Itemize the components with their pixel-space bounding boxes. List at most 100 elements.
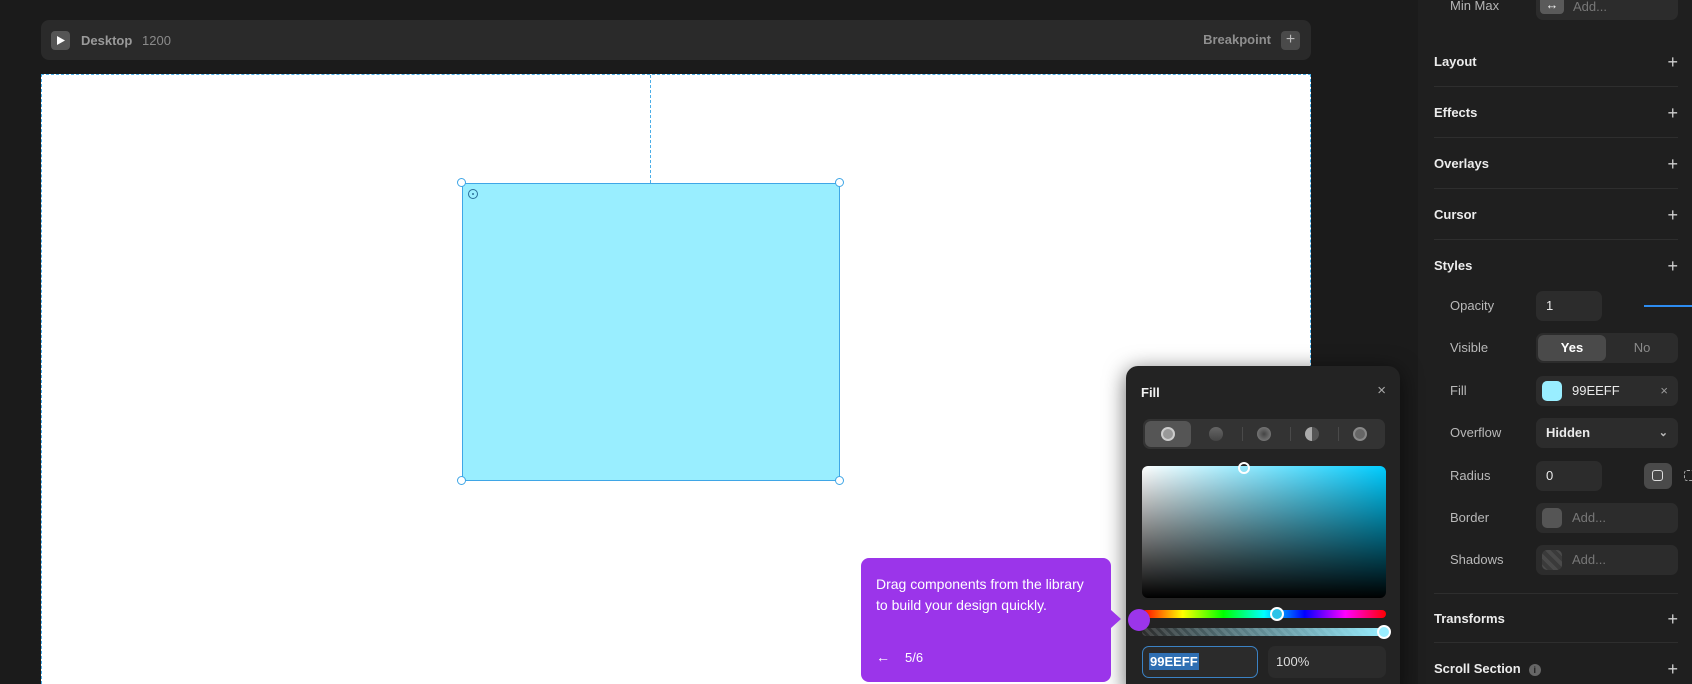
- chevron-down-icon: ⌄: [1658, 427, 1668, 439]
- opacity-input[interactable]: 1: [1536, 291, 1602, 321]
- hex-value: 99EEFF: [1149, 653, 1199, 670]
- fill-type-conic[interactable]: [1289, 421, 1335, 447]
- saturation-knob[interactable]: [1238, 462, 1250, 474]
- plus-icon[interactable]: +: [1667, 594, 1678, 644]
- add-breakpoint-button[interactable]: +: [1281, 31, 1300, 50]
- border-placeholder: Add...: [1572, 510, 1606, 525]
- editor-root: Desktop 1200 Breakpoint + Min Max ↔ Add.…: [0, 0, 1692, 684]
- overflow-row: Overflow Hidden ⌄: [1450, 418, 1678, 448]
- canvas-page[interactable]: [41, 74, 1311, 684]
- clear-fill-icon[interactable]: ×: [1660, 376, 1668, 406]
- overflow-label: Overflow: [1450, 425, 1502, 440]
- border-field[interactable]: Add...: [1536, 503, 1678, 533]
- section-scroll[interactable]: Scroll Section i +: [1434, 644, 1678, 684]
- resize-handle-bottom-right[interactable]: [835, 476, 844, 485]
- linear-gradient-icon: [1209, 427, 1223, 441]
- plus-icon[interactable]: +: [1667, 644, 1678, 684]
- resize-handle-bottom-left[interactable]: [457, 476, 466, 485]
- minmax-field[interactable]: ↔ Add...: [1536, 0, 1678, 20]
- border-label: Border: [1450, 510, 1490, 525]
- alpha-input[interactable]: 100%: [1268, 646, 1386, 678]
- radius-mode-group: [1642, 461, 1692, 491]
- radius-individual-button[interactable]: [1676, 463, 1692, 489]
- play-icon[interactable]: [51, 31, 70, 50]
- radial-gradient-icon: [1257, 427, 1271, 441]
- section-layout[interactable]: Layout +: [1434, 37, 1678, 87]
- breakpoint-label[interactable]: Breakpoint: [1203, 32, 1271, 47]
- resize-handle-top-left[interactable]: [457, 178, 466, 187]
- origin-icon: [468, 189, 478, 199]
- tooltip-step-counter: 5/6: [905, 650, 924, 665]
- radius-all-button[interactable]: [1644, 463, 1672, 489]
- plus-icon[interactable]: +: [1667, 139, 1678, 189]
- fill-type-linear[interactable]: [1193, 421, 1239, 447]
- shadows-label: Shadows: [1450, 552, 1504, 567]
- section-title: Overlays: [1434, 156, 1489, 171]
- opacity-label: Opacity: [1450, 298, 1495, 313]
- radius-individual-icon: [1684, 470, 1692, 481]
- section-title-text: Scroll Section: [1434, 661, 1521, 676]
- tooltip-target-dot: [1128, 609, 1150, 631]
- selected-frame[interactable]: [462, 183, 840, 481]
- section-title: Effects: [1434, 105, 1478, 120]
- section-title: Layout: [1434, 54, 1477, 69]
- shadows-placeholder: Add...: [1572, 552, 1606, 567]
- shadows-field[interactable]: Add...: [1536, 545, 1678, 575]
- section-effects[interactable]: Effects +: [1434, 88, 1678, 138]
- center-guide-line: [650, 75, 651, 183]
- fill-value: 99EEFF: [1572, 383, 1620, 398]
- back-arrow-icon[interactable]: ←: [876, 649, 890, 665]
- shadows-row: Shadows Add...: [1450, 545, 1678, 575]
- visible-no-button[interactable]: No: [1608, 335, 1676, 361]
- shadows-swatch: [1542, 550, 1562, 570]
- overflow-value: Hidden: [1546, 425, 1591, 440]
- visible-label: Visible: [1450, 340, 1489, 355]
- section-title: Transforms: [1434, 611, 1505, 626]
- minmax-placeholder: Add...: [1573, 0, 1607, 14]
- section-styles[interactable]: Styles +: [1434, 241, 1678, 291]
- tooltip-arrow: [1111, 610, 1121, 628]
- plus-icon[interactable]: +: [1667, 37, 1678, 87]
- fill-type-radial[interactable]: [1241, 421, 1287, 447]
- image-fill-icon: [1353, 427, 1367, 441]
- solid-fill-icon: [1161, 427, 1175, 441]
- fill-field[interactable]: 99EEFF ×: [1536, 376, 1678, 406]
- fill-type-solid[interactable]: [1145, 421, 1191, 447]
- hex-input[interactable]: 99EEFF: [1142, 646, 1258, 678]
- saturation-value-picker[interactable]: [1142, 462, 1386, 598]
- info-icon[interactable]: i: [1528, 663, 1541, 676]
- hue-slider[interactable]: [1142, 607, 1386, 621]
- overflow-select[interactable]: Hidden ⌄: [1536, 418, 1678, 448]
- fill-popover: Fill × 99EEFF 100%: [1126, 366, 1400, 684]
- visible-toggle: Yes No: [1536, 333, 1678, 363]
- plus-icon[interactable]: +: [1667, 190, 1678, 240]
- onboarding-tooltip: Drag components from the library to buil…: [861, 558, 1121, 682]
- section-title: Cursor: [1434, 207, 1477, 222]
- fill-type-group: [1143, 419, 1385, 449]
- fill-swatch[interactable]: [1542, 381, 1562, 401]
- breakpoint-bar: Desktop 1200 Breakpoint +: [41, 20, 1311, 60]
- close-icon[interactable]: ×: [1377, 382, 1386, 399]
- resize-horizontal-icon: ↔: [1540, 0, 1564, 14]
- visible-yes-button[interactable]: Yes: [1538, 335, 1606, 361]
- alpha-slider[interactable]: [1142, 625, 1391, 639]
- section-transforms[interactable]: Transforms +: [1434, 593, 1678, 643]
- tooltip-text: Drag components from the library to buil…: [876, 576, 1084, 613]
- fill-row: Fill 99EEFF ×: [1450, 376, 1678, 406]
- hue-knob[interactable]: [1270, 607, 1284, 621]
- resize-handle-top-right[interactable]: [835, 178, 844, 187]
- radius-row: Radius 0: [1450, 461, 1692, 491]
- fill-label: Fill: [1450, 383, 1467, 398]
- section-overlays[interactable]: Overlays +: [1434, 139, 1678, 189]
- alpha-knob[interactable]: [1377, 625, 1391, 639]
- radius-input[interactable]: 0: [1536, 461, 1602, 491]
- breakpoint-title[interactable]: Desktop: [81, 33, 132, 48]
- opacity-slider[interactable]: [1644, 305, 1692, 307]
- plus-icon[interactable]: +: [1667, 241, 1678, 291]
- section-cursor[interactable]: Cursor +: [1434, 190, 1678, 240]
- opacity-row: Opacity 1: [1450, 291, 1692, 321]
- border-swatch: [1542, 508, 1562, 528]
- plus-icon[interactable]: +: [1667, 88, 1678, 138]
- fill-popover-title: Fill: [1141, 385, 1160, 400]
- fill-type-image[interactable]: [1337, 421, 1383, 447]
